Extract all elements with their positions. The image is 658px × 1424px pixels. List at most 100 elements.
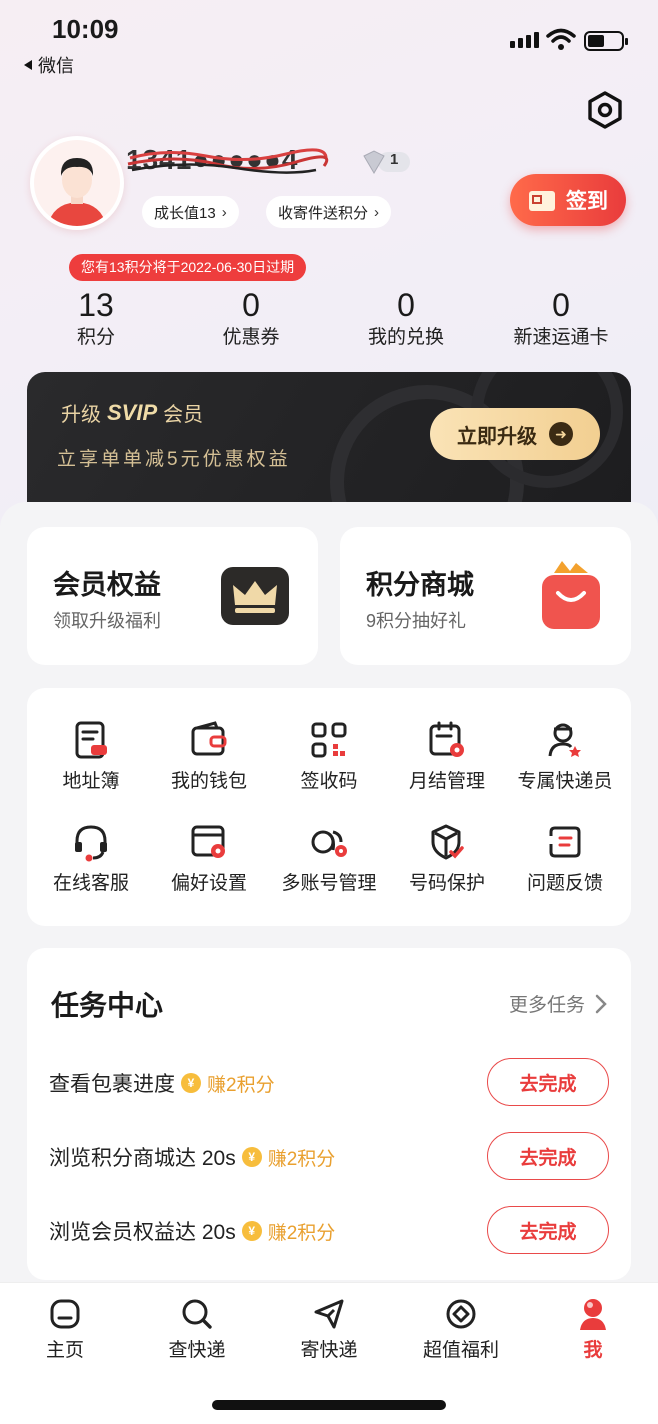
- task-reward: 赚2积分: [267, 1148, 336, 1170]
- search-icon: [182, 1299, 212, 1329]
- multi-account-icon: [311, 830, 347, 857]
- svip-title: 升级 SVIP 会员: [61, 398, 203, 427]
- tab-label: 超值福利: [422, 1340, 499, 1361]
- coin-icon: ¥: [241, 1221, 262, 1241]
- service-label: 在线客服: [52, 873, 129, 894]
- complete-task-button[interactable]: 去完成: [487, 1058, 609, 1106]
- service-address-book[interactable]: 地址簿: [31, 720, 151, 793]
- sign-in-label: 签到: [566, 190, 608, 213]
- growth-label: 成长值13: [154, 204, 216, 222]
- courier-icon: [548, 723, 581, 757]
- stat-label: 积分: [76, 327, 115, 348]
- svip-banner[interactable]: 升级 SVIP 会员 立享单单减5元优惠权益 立即升级 ➜: [27, 372, 631, 504]
- back-to-wechat[interactable]: 微信: [22, 52, 74, 78]
- complete-task-button[interactable]: 去完成: [487, 1132, 609, 1180]
- svip-subtitle: 立享单单减5元优惠权益: [57, 449, 291, 470]
- card-title: 会员权益: [53, 570, 161, 600]
- points-expire-notice: 您有13积分将于2022-06-30日过期: [69, 254, 307, 281]
- masked-username: 1341●●●●●4: [126, 144, 342, 180]
- card-subtitle: 领取升级福利: [53, 611, 161, 631]
- preferences-icon: [191, 825, 225, 858]
- task-center-title: 任务中心: [51, 990, 164, 1021]
- scribble-redaction: [127, 148, 329, 174]
- tab-label: 查快递: [168, 1340, 226, 1361]
- tab-benefits[interactable]: 超值福利: [406, 1297, 516, 1362]
- avatar-illustration-icon: [34, 140, 120, 226]
- stat-label: 新速运通卡: [513, 327, 609, 348]
- tab-label: 我: [583, 1340, 603, 1361]
- card-title: 积分商城: [366, 570, 474, 600]
- services-grid: 地址簿 我的钱包 签收码 月结管理 专属快递员 在线客服 偏好设置 多账号管理 …: [27, 688, 631, 926]
- service-preferences[interactable]: 偏好设置: [149, 822, 269, 895]
- service-label: 偏好设置: [170, 873, 247, 894]
- service-feedback[interactable]: 问题反馈: [505, 822, 625, 895]
- sign-in-button[interactable]: 签到: [510, 174, 626, 226]
- points-mall-card[interactable]: 积分商城 9积分抽好礼: [340, 527, 631, 665]
- calendar-icon: [429, 721, 464, 757]
- crown-icon: [221, 567, 289, 625]
- battery-icon: [584, 31, 628, 51]
- service-online-support[interactable]: 在线客服: [31, 822, 151, 895]
- status-time: 10:09: [52, 14, 119, 44]
- wifi-icon: [546, 28, 576, 50]
- stat-redemptions[interactable]: 0 我的兑换: [341, 286, 471, 352]
- more-tasks-label: 更多任务: [508, 995, 585, 1016]
- service-number-protection[interactable]: 号码保护: [387, 822, 507, 895]
- stat-express-card[interactable]: 0 新速运通卡: [496, 286, 626, 352]
- send-icon: [314, 1299, 344, 1329]
- status-bar: 10:09 微信: [0, 0, 658, 90]
- service-label: 签收码: [300, 771, 358, 792]
- stat-value: 0: [552, 287, 570, 323]
- service-label: 专属快递员: [517, 771, 613, 792]
- stat-coupons[interactable]: 0 优惠券: [186, 286, 316, 352]
- tab-me[interactable]: 我: [538, 1297, 648, 1362]
- tab-send-parcel[interactable]: 寄快递: [274, 1297, 384, 1362]
- coin-icon: ¥: [241, 1147, 262, 1167]
- task-name: 浏览积分商城达 20s: [49, 1147, 236, 1170]
- arrow-right-icon: ➜: [549, 422, 573, 446]
- chevron-right-icon: ›: [374, 203, 380, 221]
- earn-points-pill[interactable]: 收寄件送积分 ›: [266, 196, 392, 228]
- coin-icon: ¥: [181, 1073, 201, 1093]
- stat-points[interactable]: 13 积分: [31, 286, 161, 352]
- growth-value-pill[interactable]: 成长值13 ›: [142, 196, 239, 228]
- settings-icon[interactable]: [585, 90, 625, 130]
- card-subtitle: 9积分抽好礼: [366, 611, 467, 631]
- service-label: 地址簿: [62, 771, 120, 792]
- service-qr-code[interactable]: 签收码: [269, 720, 389, 793]
- benefits-icon: [446, 1299, 476, 1329]
- back-triangle-icon: [24, 60, 32, 70]
- complete-task-button[interactable]: 去完成: [487, 1206, 609, 1254]
- shield-icon: [431, 824, 464, 860]
- service-exclusive-courier[interactable]: 专属快递员: [505, 720, 625, 793]
- avatar[interactable]: [30, 136, 124, 230]
- tab-home[interactable]: 主页: [10, 1297, 120, 1362]
- diamond-icon: [363, 150, 410, 174]
- service-label: 多账号管理: [281, 873, 377, 894]
- service-label: 我的钱包: [170, 771, 247, 792]
- upgrade-now-button[interactable]: 立即升级 ➜: [430, 408, 600, 460]
- service-monthly-billing[interactable]: 月结管理: [387, 720, 507, 793]
- shopping-bag-icon: [542, 561, 600, 629]
- service-label: 月结管理: [408, 771, 485, 792]
- svip-tag: SVIP: [107, 399, 158, 425]
- stat-label: 优惠券: [222, 327, 280, 348]
- headset-icon: [75, 825, 107, 862]
- task-center: 任务中心 更多任务 查看包裹进度 ¥ 赚2积分 去完成 浏览积分商城达 20s …: [27, 948, 631, 1280]
- stat-value: 0: [242, 287, 260, 323]
- tab-label: 主页: [45, 1340, 84, 1361]
- service-wallet[interactable]: 我的钱包: [149, 720, 269, 793]
- service-label: 号码保护: [408, 873, 485, 894]
- home-icon: [50, 1299, 80, 1329]
- home-indicator: [212, 1400, 446, 1410]
- stat-value: 13: [78, 287, 114, 323]
- level-badge[interactable]: 1: [360, 148, 412, 176]
- chevron-right-icon: ›: [221, 203, 227, 221]
- earn-points-label: 收寄件送积分: [278, 204, 369, 222]
- task-row: 查看包裹进度 ¥ 赚2积分 去完成: [49, 1058, 609, 1106]
- tab-track-parcel[interactable]: 查快递: [142, 1297, 252, 1362]
- profile-icon: [580, 1299, 606, 1330]
- more-tasks-link[interactable]: 更多任务: [509, 990, 607, 1017]
- member-benefits-card[interactable]: 会员权益 领取升级福利: [27, 527, 318, 665]
- service-multi-account[interactable]: 多账号管理: [269, 822, 389, 895]
